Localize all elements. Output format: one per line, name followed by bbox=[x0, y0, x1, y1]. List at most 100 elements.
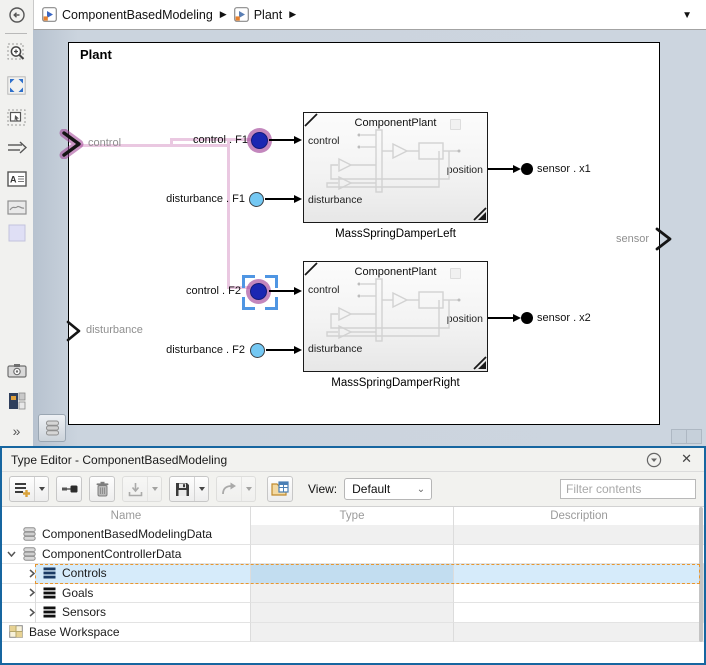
selection-bracket bbox=[242, 275, 255, 288]
data-dictionary-badge[interactable] bbox=[38, 414, 66, 442]
description-cell[interactable] bbox=[454, 544, 704, 564]
block-caption: MassSpringDamperLeft bbox=[335, 228, 456, 240]
forward-button[interactable] bbox=[216, 476, 256, 502]
wire[interactable] bbox=[488, 168, 514, 170]
expander-collapsed-icon[interactable] bbox=[26, 569, 37, 578]
bus-icon bbox=[43, 567, 56, 579]
block-mass-spring-damper-right[interactable]: ComponentPlant control disturbance posit… bbox=[303, 261, 488, 372]
collapse-panel-icon[interactable] bbox=[646, 452, 662, 473]
expand-toolbar-icon[interactable]: » bbox=[4, 418, 29, 443]
dropdown-caret-icon[interactable] bbox=[34, 477, 48, 501]
row-name: ComponentControllerData bbox=[42, 546, 182, 561]
view-dropdown-value: Default bbox=[352, 482, 391, 496]
select-region-icon[interactable] bbox=[4, 105, 29, 130]
viewer-area-icon[interactable] bbox=[4, 220, 29, 245]
row-name: Controls bbox=[62, 566, 107, 581]
back-circle-icon bbox=[8, 7, 25, 23]
hide-browser-button[interactable] bbox=[0, 0, 33, 30]
arrowhead-icon bbox=[513, 165, 521, 173]
view-dropdown[interactable]: Default ⌄ bbox=[344, 478, 433, 500]
block-mass-spring-damper-left[interactable]: ComponentPlant control disturbance posit… bbox=[303, 112, 488, 223]
block-caption: MassSpringDamperRight bbox=[331, 377, 460, 389]
type-editor-title: Type Editor - ComponentBasedModeling bbox=[11, 452, 228, 467]
tree-guide-line bbox=[35, 603, 36, 623]
save-button[interactable] bbox=[169, 476, 209, 502]
selection-bracket bbox=[265, 297, 278, 310]
breadcrumb-item-model[interactable]: ComponentBasedModeling bbox=[42, 7, 213, 22]
signal-label: sensor . x1 bbox=[537, 163, 591, 175]
table-row[interactable]: Sensors bbox=[2, 603, 704, 623]
signal-marker-disturbance-f1[interactable] bbox=[249, 192, 264, 207]
add-element-icon bbox=[57, 482, 81, 496]
simulink-window: ComponentBasedModeling ▶ Plant ▶ ▼ A » P… bbox=[0, 0, 706, 665]
input-port-disturbance-icon[interactable] bbox=[64, 320, 82, 342]
type-cell[interactable] bbox=[251, 564, 454, 584]
breadcrumb-label: ComponentBasedModeling bbox=[62, 7, 213, 22]
signal-marker-control-f1[interactable] bbox=[251, 132, 268, 149]
table-row[interactable]: Goals bbox=[2, 583, 704, 603]
scrollbar-corner[interactable] bbox=[686, 429, 702, 444]
fit-to-view-icon[interactable] bbox=[4, 73, 29, 98]
type-editor-table: Name Type Description ComponentBasedMode… bbox=[2, 507, 704, 642]
zoom-region-icon[interactable] bbox=[4, 40, 29, 65]
output-port-sensor-icon[interactable] bbox=[653, 226, 673, 252]
dropdown-caret-icon[interactable] bbox=[194, 477, 208, 501]
filter-contents-input[interactable] bbox=[560, 479, 696, 499]
table-row[interactable]: ComponentControllerData bbox=[2, 544, 704, 564]
arrowhead-icon bbox=[294, 287, 302, 295]
signal-marker-disturbance-f2[interactable] bbox=[250, 343, 265, 358]
model-canvas[interactable]: Plant control disturbance sensor control… bbox=[33, 30, 706, 446]
table-row[interactable]: Base Workspace bbox=[2, 622, 704, 642]
wire[interactable] bbox=[266, 349, 295, 351]
column-header-name[interactable]: Name bbox=[2, 507, 251, 526]
delete-button[interactable] bbox=[89, 476, 115, 502]
row-name: Base Workspace bbox=[29, 624, 120, 639]
description-cell bbox=[454, 622, 704, 642]
import-button[interactable] bbox=[122, 476, 162, 502]
table-scrollbar[interactable] bbox=[699, 507, 703, 642]
editor-palette: A » bbox=[0, 30, 34, 446]
wire[interactable] bbox=[269, 290, 295, 292]
add-element-button[interactable] bbox=[56, 476, 82, 502]
column-header-type[interactable]: Type bbox=[251, 507, 454, 526]
arrowhead-icon bbox=[513, 314, 521, 322]
wire[interactable] bbox=[269, 139, 295, 141]
table-row-selected[interactable]: Controls bbox=[2, 564, 704, 584]
view-label: View: bbox=[308, 482, 338, 496]
input-port-label: disturbance bbox=[86, 324, 143, 336]
data-dictionary-icon bbox=[45, 420, 59, 436]
signal-label: sensor . x2 bbox=[537, 312, 591, 324]
palette-divider bbox=[5, 33, 27, 34]
expander-expanded-icon[interactable] bbox=[6, 551, 17, 557]
description-cell[interactable] bbox=[454, 564, 704, 584]
signal-marker-sensor-x2[interactable] bbox=[521, 312, 533, 324]
chevron-down-icon: ⌄ bbox=[416, 483, 426, 495]
screenshot-icon[interactable] bbox=[4, 358, 29, 383]
wire[interactable] bbox=[265, 198, 295, 200]
input-port-control-icon[interactable] bbox=[58, 129, 86, 159]
breadcrumb-label: Plant bbox=[253, 7, 283, 22]
block-palette-icon[interactable] bbox=[4, 388, 29, 413]
open-table-button[interactable] bbox=[267, 476, 293, 502]
column-header-description[interactable]: Description bbox=[454, 507, 704, 526]
add-entry-button[interactable] bbox=[9, 476, 49, 502]
block-preview-diagram bbox=[326, 278, 461, 353]
image-icon[interactable] bbox=[4, 195, 29, 220]
close-icon[interactable]: ✕ bbox=[681, 451, 692, 467]
annotation-icon[interactable]: A bbox=[4, 166, 29, 191]
signal-label: disturbance . F1 bbox=[166, 193, 245, 205]
type-cell[interactable] bbox=[251, 544, 454, 564]
description-cell[interactable] bbox=[454, 603, 704, 623]
arrowhead-icon bbox=[294, 136, 302, 144]
wire[interactable] bbox=[488, 317, 514, 319]
bus-icon bbox=[43, 587, 56, 599]
breadcrumb-dropdown-caret-icon[interactable]: ▼ bbox=[682, 10, 692, 21]
save-icon bbox=[170, 482, 194, 497]
description-cell[interactable] bbox=[454, 583, 704, 603]
auto-route-icon[interactable] bbox=[4, 135, 29, 160]
signal-marker-sensor-x1[interactable] bbox=[521, 163, 533, 175]
table-row[interactable]: ComponentBasedModelingData bbox=[2, 525, 704, 545]
highlighted-wire[interactable] bbox=[227, 138, 230, 289]
bus-icon bbox=[43, 606, 56, 618]
breadcrumb-item-plant[interactable]: Plant bbox=[233, 7, 283, 22]
